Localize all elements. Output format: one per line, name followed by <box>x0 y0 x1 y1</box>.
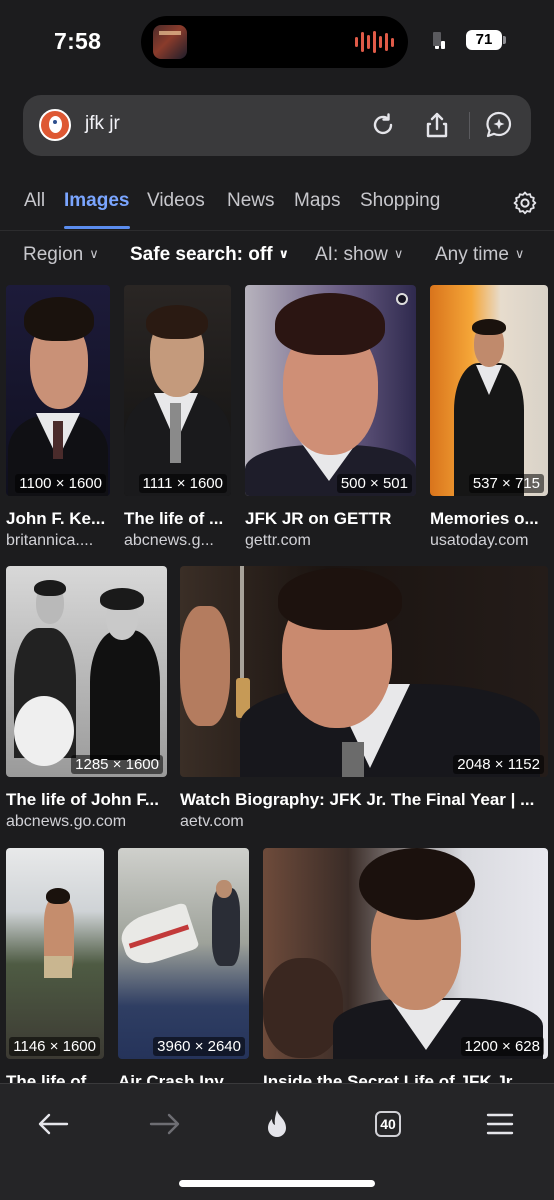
browser-page: 7:58 71 jfk jr All Images Videos News Ma… <box>0 0 554 1200</box>
image-dimensions: 500 × 501 <box>336 474 412 493</box>
ai-filter-label: AI: show <box>315 244 388 265</box>
home-indicator[interactable] <box>179 1180 375 1187</box>
expand-icon[interactable] <box>396 293 408 305</box>
result-source[interactable]: usatoday.com <box>430 532 548 550</box>
tab-count-badge: 40 <box>375 1111 401 1137</box>
back-arrow-icon[interactable] <box>33 1104 73 1144</box>
image-dimensions: 1100 × 1600 <box>15 474 106 493</box>
refresh-icon[interactable] <box>368 110 398 140</box>
forward-arrow-icon[interactable] <box>145 1104 185 1144</box>
chevron-down-icon: ∨ <box>393 246 404 261</box>
result-title[interactable]: The life of ... <box>124 509 231 529</box>
status-time: 7:58 <box>54 28 102 54</box>
chevron-down-icon: ∨ <box>89 246 99 261</box>
image-dimensions: 1146 × 1600 <box>9 1037 100 1056</box>
image-result[interactable]: 1100 × 1600 John F. Ke... britannica.... <box>6 285 110 555</box>
result-title[interactable]: John F. Ke... <box>6 509 110 529</box>
chevron-down-icon: ∨ <box>278 246 290 261</box>
address-bar[interactable]: jfk jr <box>23 95 531 156</box>
ai-chat-icon[interactable] <box>484 110 514 140</box>
result-title[interactable]: Watch Biography: JFK Jr. The Final Year … <box>180 790 548 810</box>
image-result[interactable]: 1285 × 1600 The life of John F... abcnew… <box>6 566 167 836</box>
settings-gear-icon[interactable] <box>512 190 538 216</box>
active-tab-indicator <box>64 226 130 229</box>
time-filter-label: Any time <box>435 244 509 265</box>
image-dimensions: 1111 × 1600 <box>138 474 227 493</box>
result-title[interactable]: The life of John F... <box>6 790 167 810</box>
image-dimensions: 1285 × 1600 <box>71 755 163 774</box>
tab-news[interactable]: News <box>227 190 275 230</box>
result-thumbnail[interactable]: 1200 × 628 <box>263 848 548 1059</box>
tab-maps[interactable]: Maps <box>294 190 340 230</box>
result-thumbnail[interactable]: 1285 × 1600 <box>6 566 167 777</box>
tab-shopping[interactable]: Shopping <box>360 190 440 230</box>
region-filter-label: Region <box>23 244 84 265</box>
result-title[interactable]: Memories o... <box>430 509 548 529</box>
image-dimensions: 2048 × 1152 <box>453 755 544 774</box>
tab-images[interactable]: Images <box>64 190 129 230</box>
result-source[interactable]: abcnews.g... <box>124 532 231 550</box>
result-title[interactable]: JFK JR on GETTR <box>245 509 416 529</box>
result-thumbnail[interactable]: 2048 × 1152 <box>180 566 548 777</box>
image-result[interactable]: 537 × 715 Memories o... usatoday.com <box>430 285 548 555</box>
image-dimensions: 1200 × 628 <box>460 1037 544 1056</box>
result-source[interactable]: britannica.... <box>6 532 110 550</box>
tabs-divider <box>0 230 554 231</box>
fire-button-icon[interactable] <box>257 1104 297 1144</box>
result-thumbnail[interactable]: 1111 × 1600 <box>124 285 231 496</box>
dynamic-island[interactable] <box>141 16 408 68</box>
address-bar-divider <box>469 112 470 139</box>
result-thumbnail[interactable]: 1100 × 1600 <box>6 285 110 496</box>
safe-search-filter[interactable]: Safe search: off ∨ <box>130 244 289 266</box>
image-result[interactable]: 500 × 501 JFK JR on GETTR gettr.com <box>245 285 416 555</box>
result-thumbnail[interactable]: 3960 × 2640 <box>118 848 249 1059</box>
tab-videos[interactable]: Videos <box>147 190 205 230</box>
time-filter[interactable]: Any time ∨ <box>435 244 524 266</box>
image-result[interactable]: 3960 × 2640 Air Crash Inv... <box>118 848 249 1091</box>
chevron-down-icon: ∨ <box>514 246 525 261</box>
safe-search-filter-label: Safe search: off <box>130 244 273 265</box>
result-source[interactable]: abcnews.go.com <box>6 813 167 831</box>
tabs-button[interactable]: 40 <box>368 1104 408 1144</box>
result-source[interactable]: aetv.com <box>180 813 548 831</box>
ai-filter[interactable]: AI: show ∨ <box>315 244 403 266</box>
cellular-signal-icon <box>433 32 445 49</box>
image-result[interactable]: 1200 × 628 Inside the Secret Life of JFK… <box>263 848 548 1091</box>
battery-icon: 71 <box>466 30 506 50</box>
share-icon[interactable] <box>422 110 452 140</box>
search-tabs: All Images Videos News Maps Shopping <box>24 190 530 230</box>
duckduckgo-logo-icon[interactable] <box>39 109 71 141</box>
result-thumbnail[interactable]: 1146 × 1600 <box>6 848 104 1059</box>
image-result[interactable]: 1111 × 1600 The life of ... abcnews.g... <box>124 285 231 555</box>
result-source[interactable]: gettr.com <box>245 532 416 550</box>
region-filter[interactable]: Region ∨ <box>23 244 99 266</box>
audio-waveform-icon <box>355 30 394 54</box>
image-dimensions: 537 × 715 <box>468 474 544 493</box>
search-query-text[interactable]: jfk jr <box>85 113 120 135</box>
now-playing-artwork <box>153 25 187 59</box>
image-result[interactable]: 1146 × 1600 The life of ... <box>6 848 104 1091</box>
image-dimensions: 3960 × 2640 <box>153 1037 245 1056</box>
status-bar: 7:58 71 <box>0 0 554 84</box>
result-thumbnail[interactable]: 500 × 501 <box>245 285 416 496</box>
tab-all[interactable]: All <box>24 190 45 230</box>
menu-icon[interactable] <box>480 1104 520 1144</box>
filter-bar: Region ∨ Safe search: off ∨ AI: show ∨ Any … <box>0 240 554 272</box>
result-thumbnail[interactable]: 537 × 715 <box>430 285 548 496</box>
image-result[interactable]: 2048 × 1152 Watch Biography: JFK Jr. The… <box>180 566 548 836</box>
